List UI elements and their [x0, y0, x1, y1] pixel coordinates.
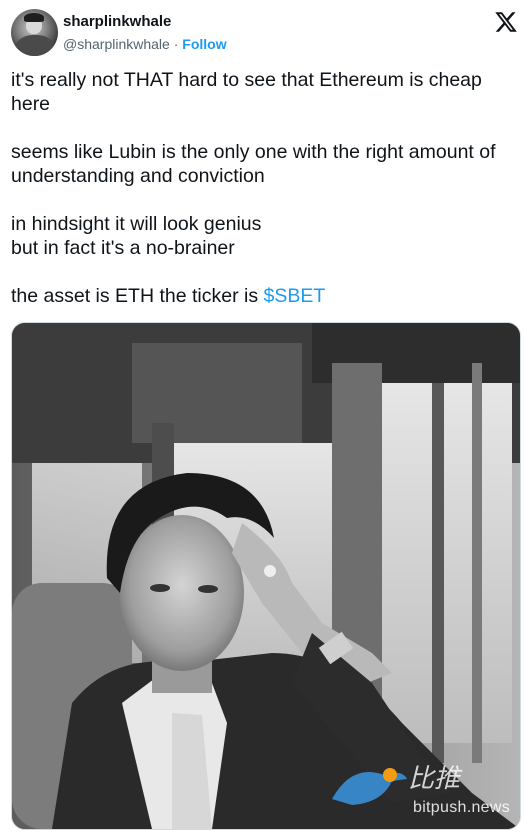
photo-illustration: [12, 323, 520, 829]
tweet-photo[interactable]: 比推 bitpush.news: [11, 322, 521, 830]
tweet-header: sharplinkwhale @sharplinkwhale · Follow: [10, 8, 520, 60]
tweet-paragraph-4: the asset is ETH the ticker is $SBET: [11, 284, 516, 308]
tweet-body: it's really not THAT hard to see that Et…: [11, 68, 516, 332]
cashtag-link[interactable]: $SBET: [264, 285, 326, 307]
avatar[interactable]: [11, 9, 58, 56]
tweet-line-3b: but in fact it's a no-brainer: [11, 237, 235, 259]
follow-button[interactable]: Follow: [182, 36, 226, 52]
separator-dot: ·: [173, 36, 179, 52]
author-handle[interactable]: @sharplinkwhale: [63, 36, 170, 52]
watermark-site-text: bitpush.news: [413, 799, 510, 816]
tweet-line-3a: in hindsight it will look genius: [11, 213, 262, 235]
author-handle-row: @sharplinkwhale · Follow: [63, 36, 227, 52]
avatar-shoulders: [15, 35, 55, 56]
tweet-paragraph-1: it's really not THAT hard to see that Et…: [11, 69, 482, 115]
author-display-name[interactable]: sharplinkwhale: [63, 13, 171, 30]
tweet-paragraph-2: seems like Lubin is the only one with th…: [11, 141, 496, 187]
x-logo-icon[interactable]: [494, 10, 518, 34]
watermark-cn-text: 比推: [407, 764, 460, 794]
avatar-hair: [24, 13, 44, 22]
ticker-prefix: the asset is ETH the ticker is: [11, 285, 264, 307]
